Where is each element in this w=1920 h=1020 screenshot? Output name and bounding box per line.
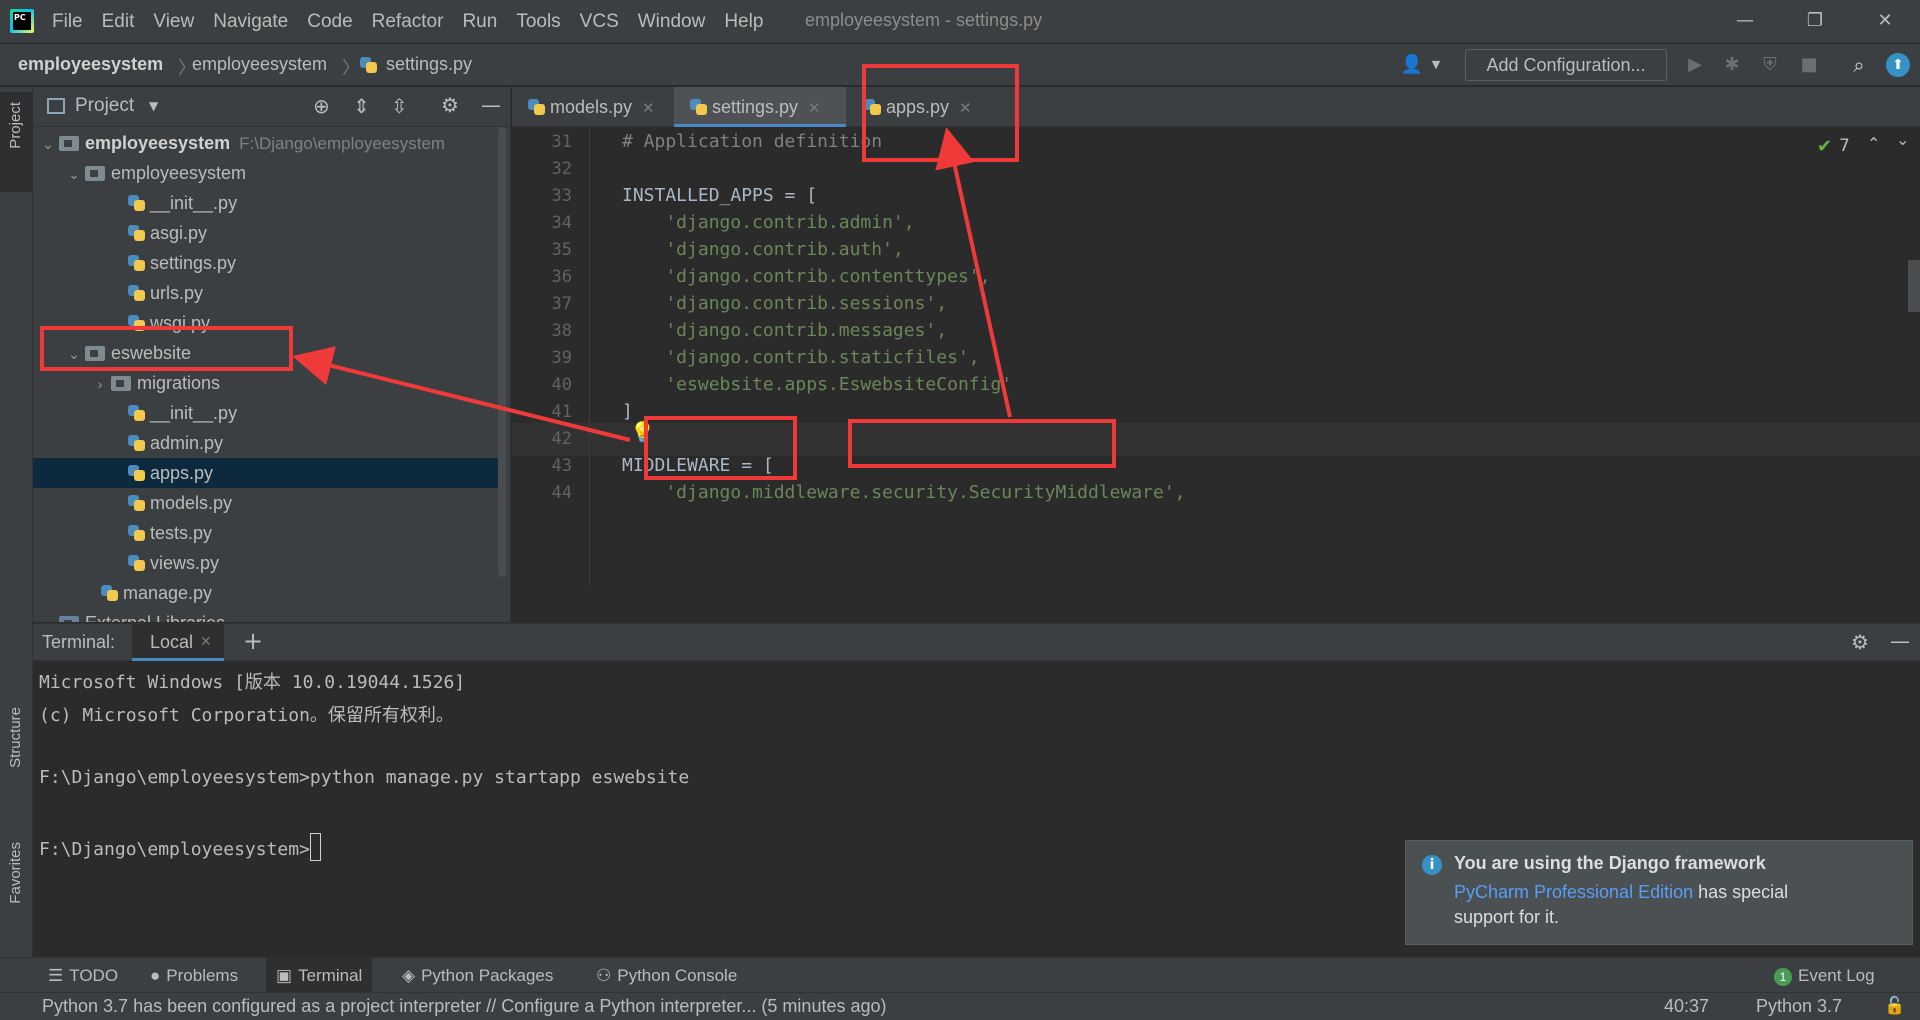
arrow-to-eswebsite-folder <box>292 346 631 442</box>
arrow-to-apps-tab <box>935 127 1012 418</box>
annotation-arrows <box>292 127 1012 442</box>
